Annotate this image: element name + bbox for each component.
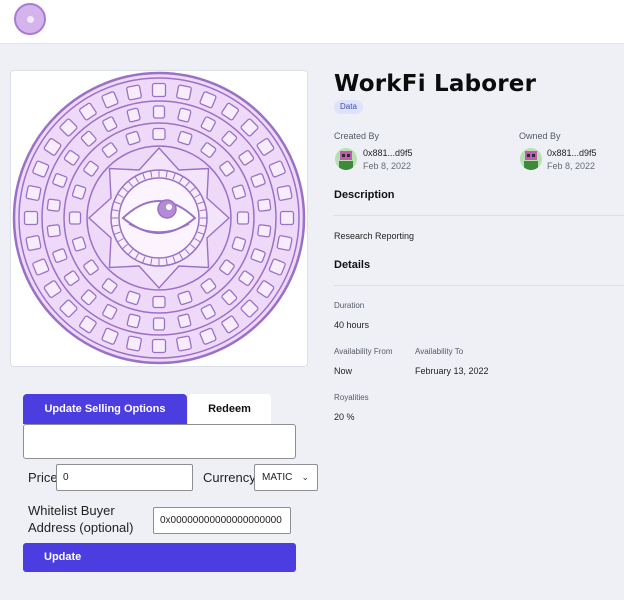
availability-to-value: February 13, 2022 [415,366,489,376]
owner-avatar[interactable] [520,148,542,170]
owned-by-label: Owned By [519,131,561,141]
created-date: Feb 8, 2022 [363,161,412,171]
update-button[interactable]: Update [23,543,296,572]
details-heading: Details [334,259,371,271]
duration-label: Duration [334,301,365,310]
description-divider [334,215,624,216]
currency-select[interactable]: MATIC ⌄ [254,464,318,491]
creator-avatar[interactable] [335,148,357,170]
item-title: WorkFi Laborer [334,71,537,97]
availability-from-label: Availability From [334,347,393,356]
sun-eye-mandala-icon [12,71,306,365]
currency-value: MATIC [262,472,293,483]
royalties-label: Royalities [334,393,369,402]
description-text: Research Reporting [334,231,415,241]
workfi-logo-icon[interactable] [14,3,46,35]
whitelist-label-line2: Address (optional) [28,520,134,535]
whitelist-label-line1: Whitelist Buyer [28,503,115,518]
description-heading: Description [334,189,395,201]
price-input[interactable]: 0 [56,464,193,491]
details-divider [334,285,624,286]
price-label: Price [28,470,58,485]
currency-label: Currency [203,470,256,485]
duration-value: 40 hours [334,320,370,330]
owner-address[interactable]: 0x881...d9f5 [547,148,597,158]
created-by-label: Created By [334,131,380,141]
royalties-value: 20 % [334,412,355,422]
tab-update-selling-options[interactable]: Update Selling Options [23,394,187,424]
creator-address[interactable]: 0x881...d9f5 [363,148,413,158]
chevron-down-icon: ⌄ [301,472,309,482]
top-bar [0,0,624,44]
category-tag[interactable]: Data [334,100,363,114]
selling-options-textbox[interactable] [23,424,296,459]
whitelist-address-input[interactable]: 0x00000000000000000000 [153,507,291,534]
availability-to-label: Availability To [415,347,464,356]
tab-redeem[interactable]: Redeem [188,394,271,424]
owned-date: Feb 8, 2022 [547,161,596,171]
artwork-card [10,70,308,367]
availability-from-value: Now [334,366,353,376]
